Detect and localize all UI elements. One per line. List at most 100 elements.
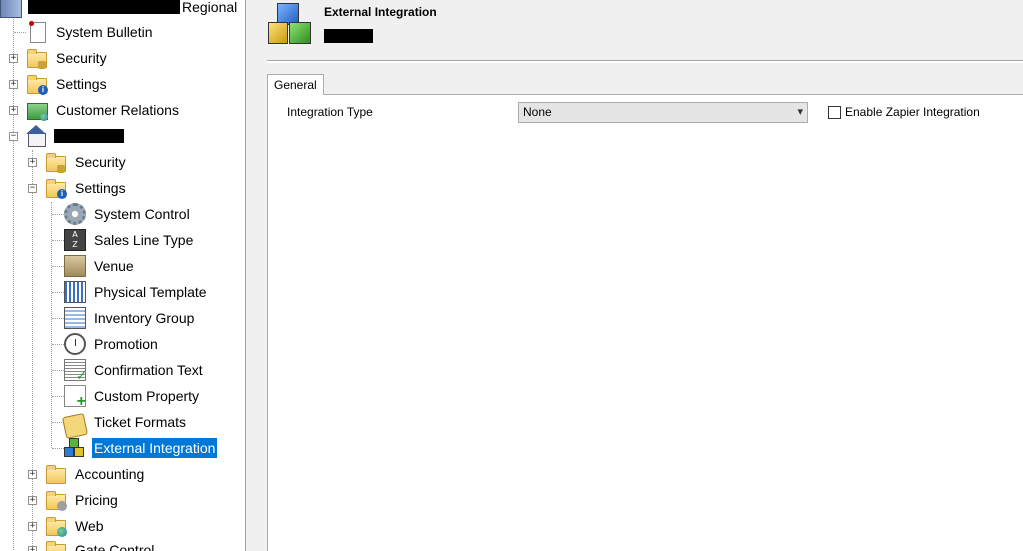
tab-general[interactable]: General (267, 74, 324, 95)
redacted-text (54, 129, 124, 143)
navigation-tree: Regional System Bulletin + Security + i … (0, 0, 246, 551)
panel-splitter[interactable] (246, 0, 267, 551)
tree-item-label: Ticket Formats (94, 414, 187, 430)
settings-folder-icon: i (45, 177, 67, 199)
tree-item-site[interactable] (26, 123, 124, 149)
accounting-folder-icon (45, 463, 67, 485)
tree-connector (52, 240, 64, 241)
tree-item-label: System Bulletin (56, 24, 153, 40)
cubes-icon (267, 2, 313, 46)
tree-item-label: Settings (56, 76, 107, 92)
redacted-text (28, 0, 180, 14)
building-icon (64, 255, 86, 277)
web-folder-icon (45, 515, 67, 537)
tree-item-accounting[interactable]: Accounting (45, 461, 146, 487)
expand-toggle[interactable]: + (28, 546, 37, 551)
tree-item-label: Pricing (75, 492, 118, 508)
tree-item-label: External Integration (92, 438, 218, 458)
gear-icon (64, 203, 86, 225)
tree-item-confirmation-text[interactable]: Confirmation Text (64, 357, 205, 384)
expand-toggle[interactable]: + (9, 54, 18, 63)
tree-item-ticket-formats[interactable]: Ticket Formats (61, 409, 188, 440)
seat-map-icon (64, 281, 86, 303)
tree-item-label: Customer Relations (56, 102, 179, 118)
sort-az-icon: AZ (64, 229, 86, 251)
server-icon (0, 0, 22, 18)
tree-root[interactable]: Regional (0, 0, 239, 20)
tree-connector (52, 266, 64, 267)
tree-connector (13, 12, 14, 551)
tree-item-settings[interactable]: i Settings (26, 71, 109, 97)
chevron-down-icon: ▾ (797, 106, 803, 118)
tree-connector (52, 448, 64, 449)
tree-item-sales-line-type[interactable]: AZ Sales Line Type (64, 227, 195, 253)
gate-control-folder-icon (45, 539, 67, 551)
tree-item-gate-control[interactable]: Gate Control (45, 537, 156, 551)
redacted-text (324, 29, 373, 43)
tree-connector (52, 370, 64, 371)
inventory-grid-icon (64, 307, 86, 329)
security-folder-icon (26, 47, 48, 69)
tree-item-label: Sales Line Type (94, 232, 194, 248)
tree-item-web[interactable]: Web (45, 513, 106, 539)
clock-icon (64, 333, 86, 355)
tree-item-label: Promotion (94, 336, 158, 352)
enable-zapier-checkbox[interactable] (828, 106, 841, 119)
integration-type-label: Integration Type (287, 105, 373, 119)
tree-item-external-integration[interactable]: External Integration (64, 435, 218, 461)
tree-item-customer-relations[interactable]: Customer Relations (26, 97, 181, 123)
tree-item-system-bulletin[interactable]: System Bulletin (26, 19, 154, 45)
enable-zapier-label[interactable]: Enable Zapier Integration (845, 105, 980, 119)
page-title: External Integration (324, 5, 437, 19)
tree-item-label: Inventory Group (94, 310, 195, 326)
expand-toggle[interactable]: + (28, 158, 37, 167)
tree-item-venue[interactable]: Venue (64, 253, 136, 279)
collapse-toggle[interactable]: − (28, 184, 37, 193)
collapse-toggle[interactable]: − (9, 132, 18, 141)
settings-folder-icon: i (26, 73, 48, 95)
tree-item-label: Confirmation Text (94, 362, 203, 378)
pricing-folder-icon (45, 489, 67, 511)
tree-item-label: Web (75, 518, 104, 534)
tree-item-label: Accounting (75, 466, 145, 482)
house-icon (26, 125, 48, 147)
tree-connector (52, 396, 64, 397)
cubes-icon (64, 437, 86, 459)
tree-connector (52, 214, 64, 215)
tree-item-system-control[interactable]: System Control (64, 201, 192, 227)
expand-toggle[interactable]: + (28, 522, 37, 531)
tree-item-label: Physical Template (94, 284, 207, 300)
page-header: External Integration (267, 0, 1023, 60)
tree-item-label: System Control (94, 206, 190, 222)
expand-toggle[interactable]: + (28, 496, 37, 505)
tree-item-security[interactable]: Security (45, 149, 128, 175)
tree-connector (51, 202, 52, 448)
tree-connector (14, 32, 26, 33)
tree-item-physical-template[interactable]: Physical Template (64, 279, 209, 305)
tree-item-inventory-group[interactable]: Inventory Group (64, 305, 196, 331)
tree-item-label: Venue (94, 258, 134, 274)
tree-connector (32, 150, 33, 551)
tree-item-label: Custom Property (94, 388, 200, 404)
tree-item-settings[interactable]: i Settings (45, 175, 128, 201)
bulletin-icon (26, 21, 48, 43)
tree-connector (52, 344, 64, 345)
tree-item-pricing[interactable]: Pricing (45, 487, 120, 513)
tree-connector (52, 318, 64, 319)
tree-item-label: Settings (75, 180, 126, 196)
customer-relations-icon (26, 99, 48, 121)
expand-toggle[interactable]: + (28, 470, 37, 479)
add-document-icon (64, 385, 86, 411)
tree-item-security[interactable]: Security (26, 45, 109, 71)
tree-item-label: Gate Control (75, 542, 155, 551)
tab-page-general (267, 94, 1023, 551)
tree-item-promotion[interactable]: Promotion (64, 331, 160, 357)
tree-item-label: Security (56, 50, 107, 66)
tree-item-custom-property[interactable]: Custom Property (64, 383, 201, 411)
security-folder-icon (45, 151, 67, 173)
header-divider (267, 60, 1023, 62)
expand-toggle[interactable]: + (9, 106, 18, 115)
integration-type-select[interactable]: None ▾ (518, 102, 808, 123)
tree-connector (52, 292, 64, 293)
expand-toggle[interactable]: + (9, 80, 18, 89)
